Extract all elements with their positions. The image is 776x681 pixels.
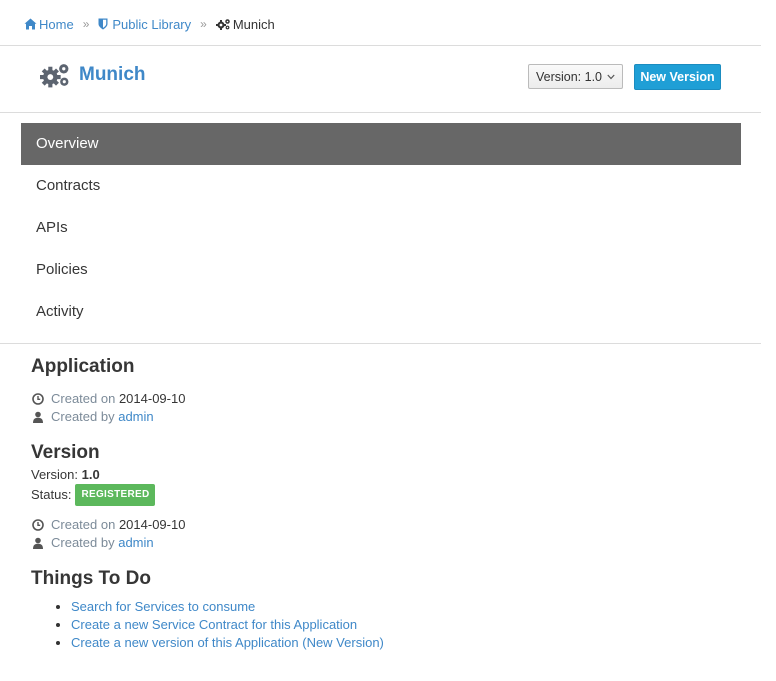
nav-item-policies[interactable]: Policies [21,249,741,291]
list-item: Create a new Service Contract for this A… [71,616,731,634]
application-created-by: Created by admin [31,408,731,426]
clock-icon [32,519,44,531]
new-version-button[interactable]: New Version [634,64,721,90]
version-value: 1.0 [81,467,100,482]
user-icon [33,411,43,423]
breadcrumb-home-link[interactable]: Home [24,17,74,32]
created-on-label: Created on [51,517,116,532]
breadcrumb-library-link[interactable]: Public Library [98,17,191,32]
chevron-down-icon [607,74,615,79]
created-on-label: Created on [51,391,116,406]
application-heading: Application [31,356,135,377]
nav-item-apis[interactable]: APIs [21,207,741,249]
search-services-link[interactable]: Search for Services to consume [71,599,255,614]
version-label: Version: [31,467,78,482]
breadcrumb-library-label: Public Library [112,16,192,32]
page-header: Munich [40,62,146,88]
breadcrumb-current: Munich [215,16,275,32]
status-badge: REGISTERED [75,484,156,506]
created-on-date: 2014-09-10 [118,517,186,532]
version-heading: Version [31,442,100,463]
status-label: Status: [31,487,72,502]
application-created-on: Created on 2014-09-10 [31,390,731,408]
page-title: Munich [79,64,146,85]
user-icon [33,537,43,549]
section-nav: Overview Contracts APIs Policies Activit… [21,123,741,333]
list-item: Create a new version of this Application… [71,634,731,652]
created-by-user-link[interactable]: admin [118,408,153,426]
nav-item-activity[interactable]: Activity [21,291,741,333]
nav-item-overview[interactable]: Overview [21,123,741,165]
version-select[interactable]: Version: 1.0 [528,64,623,89]
created-by-label: Created by [51,535,115,550]
breadcrumb-home-label: Home [39,16,74,32]
divider [0,112,761,113]
todo-list: Search for Services to consume Create a … [31,598,731,652]
breadcrumb-separator: » [200,17,207,31]
overview-content: Application Created on 2014-09-10 Create… [31,354,731,652]
list-item: Search for Services to consume [71,598,731,616]
gears-icon [40,64,69,88]
create-version-link[interactable]: Create a new version of this Application… [71,635,384,650]
divider [0,343,761,344]
create-contract-link[interactable]: Create a new Service Contract for this A… [71,617,357,632]
version-status: Status: REGISTERED [31,484,731,506]
todo-heading: Things To Do [31,568,151,589]
shield-icon [98,18,108,30]
clock-icon [32,393,44,405]
version-select-label: Version: 1.0 [535,69,602,84]
version-created-on: Created on 2014-09-10 [31,516,731,534]
created-on-date: 2014-09-10 [118,391,186,406]
version-created-by: Created by admin [31,534,731,552]
breadcrumb: Home » Public Library » Munich [24,15,275,33]
created-by-label: Created by [51,409,115,424]
version-number: Version: 1.0 [31,466,731,484]
divider [0,45,761,46]
breadcrumb-separator: » [82,17,90,31]
home-icon [24,18,37,30]
breadcrumb-current-label: Munich [232,16,275,32]
nav-item-contracts[interactable]: Contracts [21,165,741,207]
created-by-user-link[interactable]: admin [118,534,153,552]
gears-icon [215,19,230,30]
